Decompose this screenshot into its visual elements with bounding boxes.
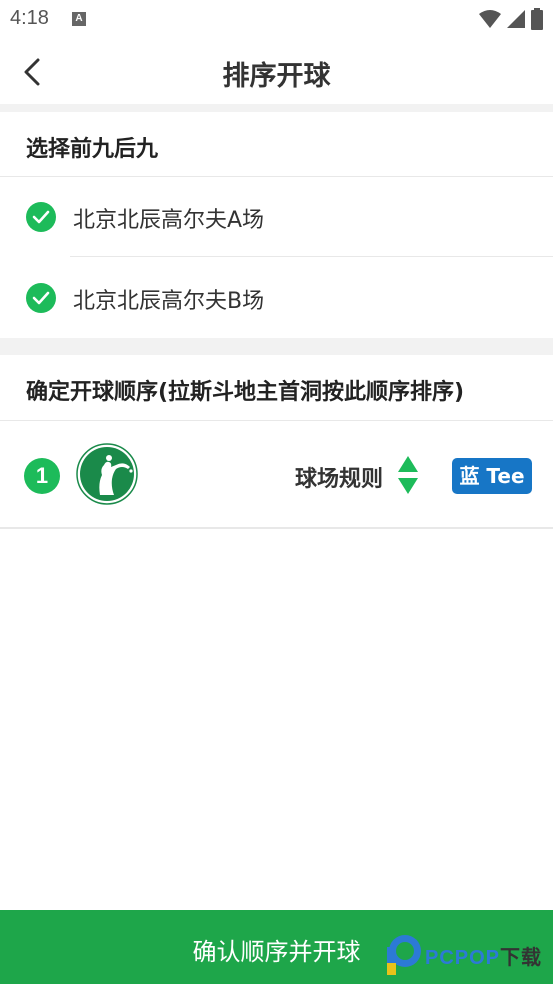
wifi-icon (479, 10, 501, 28)
status-icons (479, 7, 543, 31)
status-bar: 4:18 A (0, 0, 553, 38)
row-divider (70, 256, 553, 257)
course-option-b[interactable]: 北京北辰高尔夫B场 (0, 258, 553, 338)
course-option-a[interactable]: 北京北辰高尔夫A场 (0, 177, 553, 257)
section-order-title: 确定开球顺序(拉斯斗地主首洞按此顺序排序) (26, 380, 465, 405)
notification-icon: A (72, 12, 86, 26)
sort-arrows-icon[interactable] (397, 456, 419, 494)
check-circle-icon (26, 283, 56, 313)
battery-icon (531, 8, 543, 30)
watermark-brand: PCPOP下载 (425, 947, 543, 969)
course-rule-label: 球场规则 (295, 467, 384, 492)
status-time: 4:18 (10, 7, 49, 29)
pcpop-logo-icon (387, 935, 421, 975)
app-header: 排序开球 (0, 38, 553, 104)
order-number-badge: 1 (24, 458, 60, 494)
section-nine-title: 选择前九后九 (26, 137, 159, 162)
section-gap (0, 338, 553, 355)
tee-select-button[interactable]: 蓝 Tee (452, 458, 532, 494)
watermark: PCPOP下载 (383, 933, 553, 977)
signal-icon (507, 10, 525, 28)
section-order-header: 确定开球顺序(拉斯斗地主首洞按此顺序排序) (0, 355, 553, 421)
check-circle-icon (26, 202, 56, 232)
golfer-logo-icon (76, 443, 138, 505)
order-row[interactable]: 1 球场规则 蓝 Tee (0, 421, 553, 529)
page-title: 排序开球 (222, 61, 331, 92)
course-option-label: 北京北辰高尔夫A场 (73, 208, 265, 233)
course-option-label: 北京北辰高尔夫B场 (73, 289, 265, 314)
header-divider (0, 104, 553, 112)
section-nine-header: 选择前九后九 (0, 112, 553, 177)
